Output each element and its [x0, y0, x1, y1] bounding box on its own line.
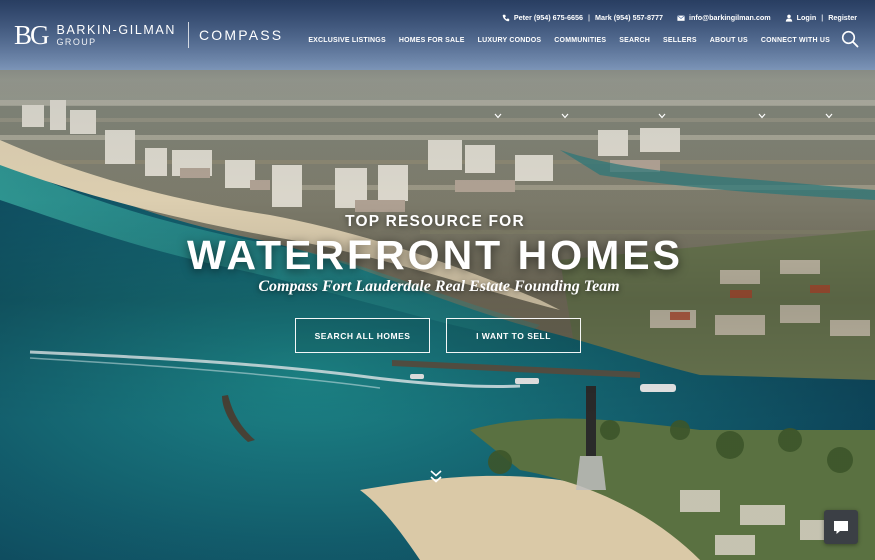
hero-headline: WATERFRONT HOMES — [187, 232, 683, 278]
chevron-down-icon[interactable] — [658, 113, 666, 119]
i-want-to-sell-button[interactable]: I WANT TO SELL — [446, 318, 581, 353]
brand-logo[interactable]: BG BARKIN-GILMAN GROUP COMPASS — [14, 20, 283, 50]
email-link[interactable]: info@barkingilman.com — [689, 13, 771, 22]
chevron-down-icon[interactable] — [825, 113, 833, 119]
nav-homes-for-sale[interactable]: HOMES FOR SALE — [399, 37, 465, 44]
register-link[interactable]: Register — [828, 13, 857, 22]
phone-mark-link[interactable]: Mark (954) 557-8777 — [595, 13, 663, 22]
chevron-down-icon[interactable] — [758, 113, 766, 119]
account-separator: | — [821, 13, 824, 22]
phone-icon — [502, 14, 510, 22]
site-header: BG BARKIN-GILMAN GROUP COMPASS Peter (95… — [0, 0, 875, 70]
envelope-icon — [677, 14, 685, 22]
search-icon[interactable] — [841, 30, 859, 48]
chevron-down-icon[interactable] — [494, 113, 502, 119]
hero-eyebrow: TOP RESOURCE FOR — [345, 213, 525, 230]
nav-communities[interactable]: COMMUNITIES — [554, 37, 606, 44]
hero-subheadline: Compass Fort Lauderdale Real Estate Foun… — [258, 278, 620, 295]
nav-search[interactable]: SEARCH — [619, 37, 650, 44]
search-all-homes-button[interactable]: SEARCH ALL HOMES — [295, 318, 430, 353]
chat-button[interactable] — [824, 510, 858, 544]
nav-connect-with-us[interactable]: CONNECT WITH US — [761, 37, 830, 44]
user-icon — [785, 14, 793, 22]
login-link[interactable]: Login — [797, 13, 817, 22]
contact-separator: | — [588, 13, 591, 22]
chevron-down-icon[interactable] — [561, 113, 569, 119]
logo-wordmark: BARKIN-GILMAN GROUP — [57, 23, 176, 48]
logo-monogram: BG — [14, 19, 49, 50]
logo-name: BARKIN-GILMAN — [56, 22, 176, 37]
nav-dropdown-indicators — [0, 113, 875, 123]
main-nav: EXCLUSIVE LISTINGS HOMES FOR SALE LUXURY… — [308, 37, 830, 44]
logo-group: GROUP — [56, 36, 97, 47]
phone-peter-link[interactable]: Peter (954) 675-6656 — [514, 13, 583, 22]
logo-divider — [187, 22, 189, 48]
contact-bar: Peter (954) 675-6656 | Mark (954) 557-87… — [502, 13, 857, 22]
nav-luxury-condos[interactable]: LUXURY CONDOS — [478, 37, 542, 44]
nav-about-us[interactable]: ABOUT US — [710, 37, 748, 44]
compass-logo: COMPASS — [198, 27, 284, 43]
double-chevron-down-icon[interactable] — [429, 469, 443, 484]
nav-sellers[interactable]: SELLERS — [663, 37, 697, 44]
chat-bubble-icon — [833, 520, 849, 535]
nav-exclusive-listings[interactable]: EXCLUSIVE LISTINGS — [308, 37, 386, 44]
